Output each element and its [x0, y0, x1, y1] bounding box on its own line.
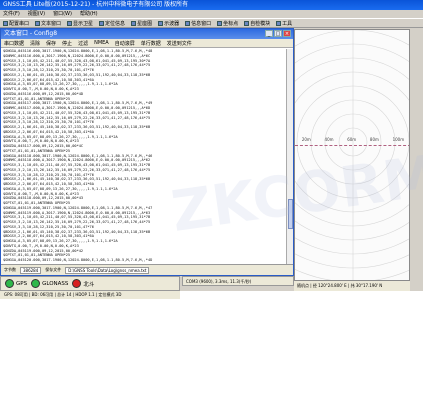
- satellite-icon: [67, 20, 73, 26]
- nmea-text-area[interactable]: $GNGGA,045116.000,3017.1900,N,12024.8000…: [1, 49, 287, 264]
- satellites-button[interactable]: 显示卫星: [67, 20, 93, 27]
- scale-label: 80m: [369, 137, 379, 142]
- minimize-button[interactable]: _: [265, 30, 273, 37]
- application-window: GNSS工具 Lite版(2015-12-21) - 杭州中科微电子有限公司 版…: [0, 0, 423, 299]
- satellite-summary: GPS: 08可用 | BD: 06可用 | 总计 14 | HDOP 1.1 …: [0, 291, 180, 299]
- scale-divider: [295, 145, 409, 146]
- text-window-toolbar: 串口数据 清除 保存 停止 过滤 NMEA 自动滚屏 单行数据 发送到文件: [1, 39, 293, 48]
- text-window-button[interactable]: 文本窗口: [35, 20, 61, 27]
- position-icon: [99, 20, 105, 26]
- scale-label: 60m: [347, 137, 357, 142]
- serial-data-button[interactable]: 串口数据: [4, 40, 24, 47]
- save-file-label: 保存文件: [45, 267, 62, 272]
- self-test-button[interactable]: 自检模块: [244, 20, 270, 27]
- clear-button[interactable]: 清除: [30, 40, 40, 47]
- nmea-button[interactable]: NMEA: [94, 40, 109, 46]
- position-info-button[interactable]: 定位信息: [99, 20, 125, 27]
- save-file-path[interactable]: D:\GNSS Tools\Data\Log\gnss_nmea.txt: [65, 266, 150, 274]
- status-dot-icon: [31, 279, 41, 288]
- text-icon: [35, 20, 41, 26]
- status-dot-icon: [72, 279, 82, 288]
- port-status: COM3 (9600), 3.3ms, 11.3(千/秒): [182, 276, 294, 286]
- scale-label: 40m: [324, 137, 334, 142]
- app-title-bar: GNSS工具 Lite版(2015-12-21) - 杭州中科微电子有限公司 版…: [0, 0, 423, 10]
- config-port-button[interactable]: 配置串口: [3, 20, 29, 27]
- maximize-button[interactable]: □: [274, 30, 282, 37]
- menu-help[interactable]: 帮助(H): [80, 10, 98, 18]
- scale-label: 20m: [301, 137, 311, 142]
- scrollbar-thumb[interactable]: [288, 199, 293, 229]
- menu-file[interactable]: 文件(F): [3, 10, 20, 18]
- coordinate-button[interactable]: 坐标点: [217, 20, 238, 27]
- scale-labels: 20m 40m 60m 80m 100m: [295, 137, 409, 145]
- menu-window[interactable]: 窗口(W): [53, 10, 72, 18]
- coordinate-icon: [217, 20, 223, 26]
- beidou-indicator[interactable]: 北斗: [72, 279, 94, 288]
- constellation-bar: GPS GLONASS 北斗: [0, 276, 180, 291]
- skyplot-button[interactable]: 星座图: [131, 20, 152, 27]
- info-window-button[interactable]: 信息窗口: [185, 20, 211, 27]
- position-scatter-panel[interactable]: 20m 40m 60m 80m 100m: [294, 29, 410, 281]
- save-button[interactable]: 保存: [46, 40, 56, 47]
- glonass-indicator[interactable]: GLONASS: [31, 279, 68, 288]
- text-window-status-bar: 字节数 386284 保存文件 D:\GNSS Tools\Data\Log\g…: [1, 264, 293, 275]
- oscilloscope-button[interactable]: 示波器: [158, 20, 179, 27]
- text-window: 文本窗口 - Config8 _ □ × 串口数据 清除 保存 停止 过滤 NM…: [0, 28, 294, 276]
- scale-label: 100m: [392, 137, 405, 142]
- oscilloscope-icon: [158, 20, 164, 26]
- tools-menu-button[interactable]: 工具: [276, 20, 292, 27]
- main-toolbar: 配置串口 文本窗口 显示卫星 定位信息 星座图 示波器 信息窗口 坐标点 自检模…: [0, 18, 423, 28]
- tools-icon: [276, 20, 282, 26]
- text-window-title: 文本窗口 - Config8: [4, 30, 58, 37]
- menu-view[interactable]: 视图(V): [28, 10, 45, 18]
- position-status: 随机点 | 经 120°24.800' E | 纬 30°17.190' N: [294, 281, 410, 291]
- info-icon: [185, 20, 191, 26]
- scatter-rings: [295, 30, 409, 280]
- status-dot-icon: [5, 279, 14, 288]
- single-line-checkbox[interactable]: 单行数据: [141, 40, 161, 47]
- text-window-title-bar: 文本窗口 - Config8 _ □ ×: [1, 29, 293, 39]
- port-icon: [3, 20, 8, 26]
- send-to-file-button[interactable]: 发送到文件: [167, 40, 192, 47]
- gps-indicator[interactable]: GPS: [5, 279, 27, 288]
- byte-count-label: 字节数: [4, 267, 16, 272]
- close-button[interactable]: ×: [283, 30, 291, 37]
- stop-button[interactable]: 停止: [62, 40, 72, 47]
- nmea-line: $GNGGA,045120.000,3017.1900,N,12024.8000…: [3, 258, 153, 262]
- menu-bar: 文件(F) 视图(V) 窗口(W) 帮助(H): [0, 10, 423, 18]
- skyplot-icon: [131, 20, 137, 26]
- filter-button[interactable]: 过滤: [78, 40, 88, 47]
- byte-count-value: 386284: [20, 266, 42, 274]
- vertical-scrollbar[interactable]: [286, 49, 293, 264]
- auto-scroll-checkbox[interactable]: 自动滚屏: [115, 40, 135, 47]
- test-icon: [244, 20, 250, 26]
